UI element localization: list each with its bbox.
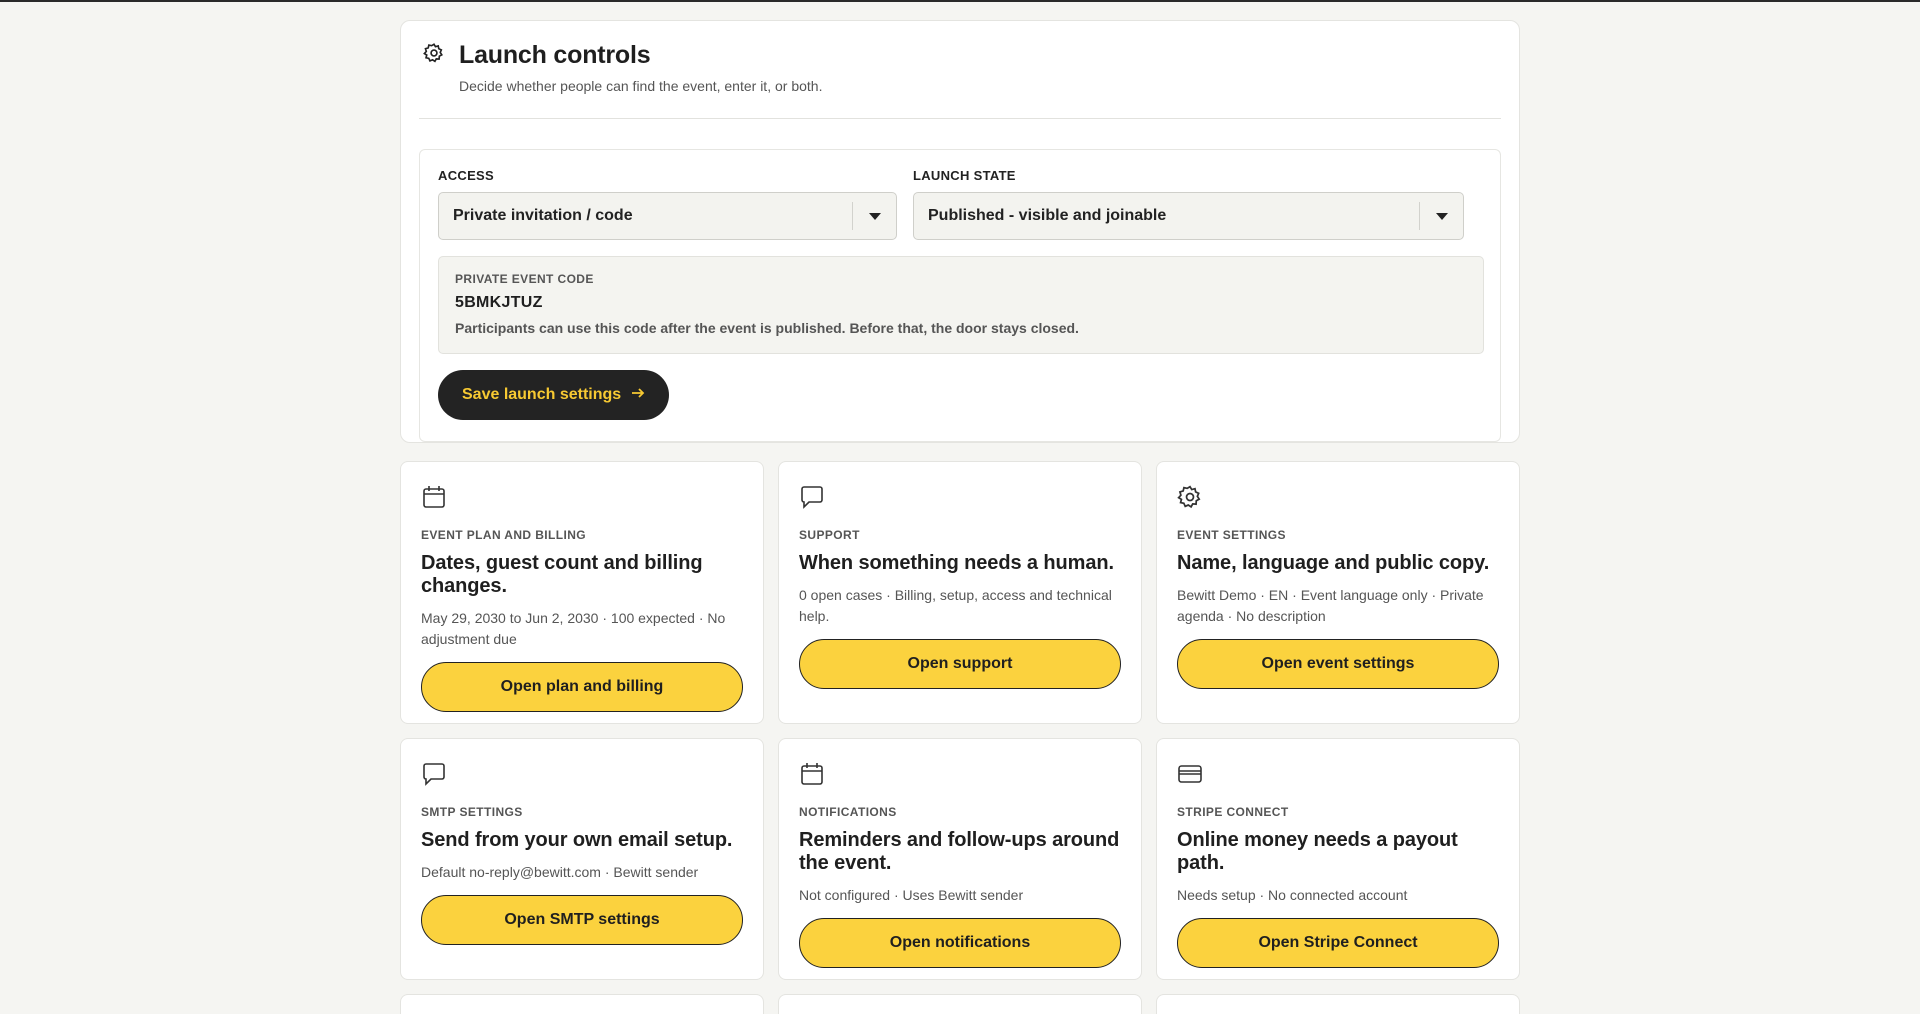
card-kicker: EVENT PLAN AND BILLING bbox=[421, 528, 587, 542]
page-subtitle: Decide whether people can find the event… bbox=[459, 78, 823, 94]
access-field: ACCESS Private invitation / code bbox=[438, 168, 897, 240]
launch-header: Launch controls Decide whether people ca… bbox=[419, 39, 1501, 119]
card-event-settings: EVENT SETTINGS Name, language and public… bbox=[1156, 461, 1520, 724]
chevron-down-icon bbox=[1419, 202, 1463, 230]
chevron-down-icon bbox=[852, 202, 896, 230]
card-partial bbox=[1156, 994, 1520, 1014]
card-meta: Needs setup · No connected account bbox=[1177, 887, 1408, 903]
gear-icon bbox=[1177, 485, 1203, 514]
open-support-button[interactable]: Open support bbox=[799, 639, 1121, 689]
arrow-right-icon bbox=[631, 386, 645, 404]
calendar-icon bbox=[421, 486, 447, 514]
card-meta: Default no-reply@bewitt.com · Bewitt sen… bbox=[421, 864, 699, 880]
card-meta: Not configured · Uses Bewitt sender bbox=[799, 887, 1024, 903]
save-launch-settings-button[interactable]: Save launch settings bbox=[438, 370, 670, 420]
access-label: ACCESS bbox=[438, 168, 494, 183]
open-plan-billing-button[interactable]: Open plan and billing bbox=[421, 662, 743, 712]
card-kicker: EVENT SETTINGS bbox=[1177, 528, 1286, 542]
page-content: Launch controls Decide whether people ca… bbox=[400, 20, 1520, 1014]
card-kicker: SUPPORT bbox=[799, 528, 860, 542]
launch-state-select[interactable]: Published - visible and joinable bbox=[913, 192, 1464, 240]
gear-icon bbox=[423, 42, 445, 64]
card-notifications: NOTIFICATIONS Reminders and follow-ups a… bbox=[778, 738, 1142, 980]
launch-state-field: LAUNCH STATE Published - visible and joi… bbox=[913, 168, 1464, 240]
launch-state-select-value: Published - visible and joinable bbox=[928, 207, 1167, 224]
card-title: Send from your own email setup. bbox=[421, 829, 733, 851]
code-help-text: Participants can use this code after the… bbox=[455, 320, 1079, 336]
card-icon bbox=[1177, 765, 1203, 791]
card-support: SUPPORT When something needs a human. 0 … bbox=[778, 461, 1142, 724]
page-title: Launch controls bbox=[459, 41, 651, 69]
card-partial bbox=[400, 994, 764, 1014]
chat-icon bbox=[799, 486, 825, 514]
card-meta: 0 open cases · Billing, setup, access an… bbox=[799, 587, 1112, 624]
code-label: PRIVATE EVENT CODE bbox=[455, 272, 594, 286]
chat-icon bbox=[421, 763, 447, 791]
card-title: Online money needs a payout path. bbox=[1177, 829, 1458, 874]
save-button-label: Save launch settings bbox=[462, 386, 622, 403]
card-meta: Bewitt Demo · EN · Event language only ·… bbox=[1177, 587, 1484, 624]
card-smtp-settings: SMTP SETTINGS Send from your own email s… bbox=[400, 738, 764, 980]
card-title: Name, language and public copy. bbox=[1177, 552, 1490, 574]
private-event-code-box: PRIVATE EVENT CODE 5BMKJTUZ Participants… bbox=[438, 256, 1484, 354]
settings-cards-grid: EVENT PLAN AND BILLING Dates, guest coun… bbox=[400, 461, 1520, 1014]
card-title: Reminders and follow-ups around the even… bbox=[799, 829, 1120, 874]
card-title: When something needs a human. bbox=[799, 552, 1114, 574]
card-kicker: NOTIFICATIONS bbox=[799, 805, 897, 819]
event-code: 5BMKJTUZ bbox=[455, 294, 543, 311]
card-stripe-connect: STRIPE CONNECT Online money needs a payo… bbox=[1156, 738, 1520, 980]
calendar-icon bbox=[799, 763, 825, 791]
open-stripe-connect-button[interactable]: Open Stripe Connect bbox=[1177, 918, 1499, 968]
open-notifications-button[interactable]: Open notifications bbox=[799, 918, 1121, 968]
card-partial bbox=[778, 994, 1142, 1014]
launch-controls-panel: Launch controls Decide whether people ca… bbox=[400, 20, 1520, 443]
card-meta: May 29, 2030 to Jun 2, 2030 · 100 expect… bbox=[421, 610, 726, 647]
launch-state-label: LAUNCH STATE bbox=[913, 168, 1016, 183]
top-border bbox=[0, 0, 1920, 2]
open-event-settings-button[interactable]: Open event settings bbox=[1177, 639, 1499, 689]
card-title: Dates, guest count and billing changes. bbox=[421, 552, 703, 597]
access-select[interactable]: Private invitation / code bbox=[438, 192, 897, 240]
open-smtp-settings-button[interactable]: Open SMTP settings bbox=[421, 895, 743, 945]
launch-settings-form: ACCESS Private invitation / code LAUNCH … bbox=[419, 149, 1501, 442]
card-event-plan-billing: EVENT PLAN AND BILLING Dates, guest coun… bbox=[400, 461, 764, 724]
access-select-value: Private invitation / code bbox=[453, 207, 633, 224]
card-kicker: SMTP SETTINGS bbox=[421, 805, 523, 819]
card-kicker: STRIPE CONNECT bbox=[1177, 805, 1289, 819]
